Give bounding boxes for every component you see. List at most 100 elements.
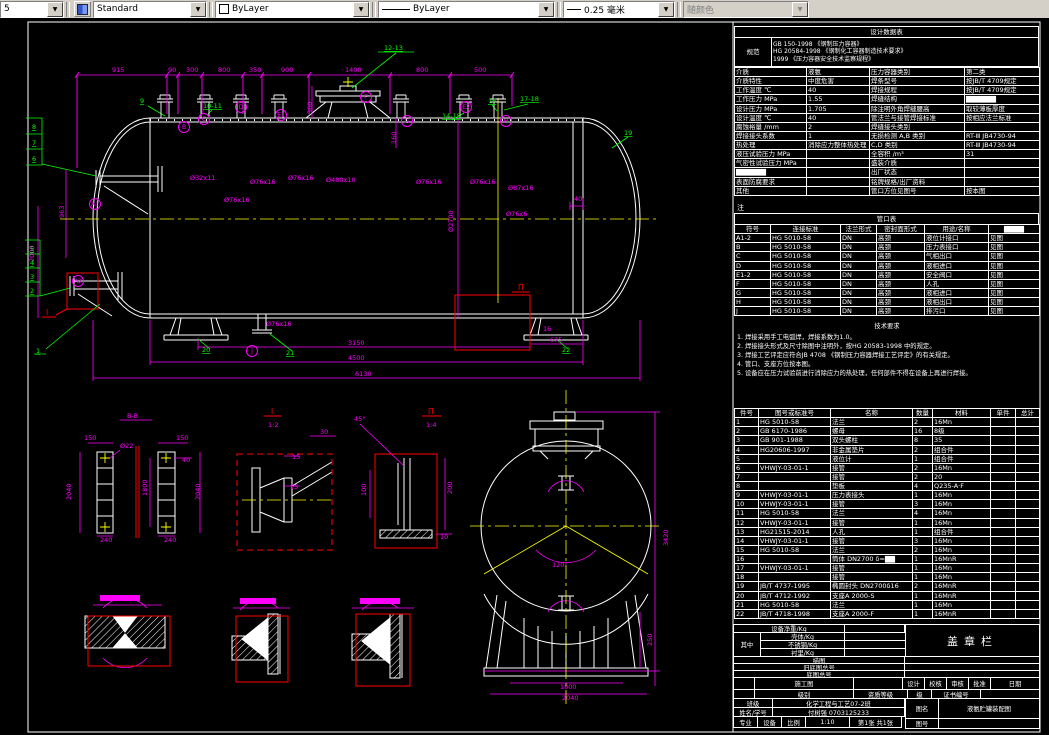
cell: 见图 xyxy=(988,296,1040,308)
dim-label: 120° xyxy=(552,561,568,569)
table-row: E1-2 HG 5010-58 DN 高颈 安全阀口 见图 xyxy=(734,269,1040,280)
cell: 2 xyxy=(912,581,933,592)
table-row: 8 垫板 4 Q235-A·F xyxy=(734,480,1040,492)
cell: 液相出口 xyxy=(924,296,989,308)
cell xyxy=(1015,535,1040,546)
design-data-table: 设计数据表 规范 GB 150-1998 《钢制压力容器》 HG 20584-1… xyxy=(734,26,1040,196)
item-callout-label: 9 xyxy=(140,97,144,105)
toolbar-separator xyxy=(372,1,376,17)
table-row: 液压试验压力 MPa 全容积 /m³ 31 xyxy=(734,149,1040,160)
linetype-combo[interactable]: ByLayer ▼ xyxy=(378,0,555,18)
cell: F xyxy=(734,278,771,289)
table-row: 19 JB/T 4737-1995 椭圆封头 DN2700δ16 2 16MnR xyxy=(734,581,1040,592)
cell: 支座A 2000-F xyxy=(830,608,913,619)
cell: 高颈 xyxy=(876,251,925,262)
cell xyxy=(990,453,1016,464)
dim-label: 90 xyxy=(168,66,176,74)
table-row: 气密性试验压力 MPa 盛装介质 xyxy=(734,158,1040,169)
chevron-down-icon[interactable]: ▼ xyxy=(353,1,369,17)
cell xyxy=(1015,544,1040,556)
cell: 4 xyxy=(912,480,933,492)
stamp-area: 盖章栏 xyxy=(905,624,1040,657)
nozzle-table-title: 管口表 xyxy=(734,213,1039,224)
lineweight-combo[interactable]: 0.25 毫米 ▼ xyxy=(563,0,675,18)
table-row: 17 VHWJY-03-01-1 接管 1 16Mn xyxy=(734,563,1040,574)
cell xyxy=(806,176,870,187)
cell: JB/T 4712-1992 xyxy=(758,590,831,601)
saddle-left xyxy=(163,317,229,341)
cell: 连接标准 xyxy=(770,223,841,235)
chevron-down-icon[interactable]: ▼ xyxy=(190,1,206,17)
tech-line: 3. 焊接工艺评定应符合JB 4708 《钢制压力容器焊接工艺评定》的有关规定。 xyxy=(737,352,954,359)
dim-label: 2040 xyxy=(65,483,73,500)
tech-title: 技术要求 xyxy=(874,323,900,330)
cell: 支座A 2000-S xyxy=(830,590,913,601)
table-row: C HG 5010-58 DN 高颈 气相出口 见图 xyxy=(734,251,1040,262)
major-value: 设备 xyxy=(757,716,782,728)
cell xyxy=(964,158,1040,169)
cell: 液氨 xyxy=(806,66,870,78)
table-row: 1 HG 5010-58 法兰 2 16Mn xyxy=(734,417,1040,428)
text-style-icon[interactable] xyxy=(74,1,91,17)
item-callout-label: 12-13 xyxy=(384,44,403,52)
dim-label: 350 xyxy=(249,66,261,74)
item-callout-label: 19 xyxy=(624,129,632,137)
cell: 高颈 xyxy=(876,269,925,280)
lineweight-value: 0.25 毫米 xyxy=(584,5,625,16)
table-row: 10 VHWJY-03-01-1 接管 3 16Mn xyxy=(734,499,1040,510)
cell: 热处理 xyxy=(734,139,807,151)
cell xyxy=(758,572,831,583)
dim-label: 675 xyxy=(550,336,562,344)
cell xyxy=(964,167,1040,178)
table-row: 焊接接头系数 1 无损检测 A,B 类别 RT-Ⅲ JB4730-94 xyxy=(734,130,1040,142)
cell: 10 xyxy=(734,499,759,510)
cell: HG 5010-58 xyxy=(770,242,841,253)
cell xyxy=(990,499,1016,510)
dim-style-combo[interactable]: 5 ▼ xyxy=(0,0,64,18)
cell: 3 xyxy=(912,499,933,510)
dim-label: Ø76x6 xyxy=(506,210,527,218)
chevron-down-icon[interactable]: ▼ xyxy=(538,1,554,17)
item-callout-label: 4 xyxy=(30,259,34,267)
cell: 单件 xyxy=(990,407,1016,419)
cell: 高颈 xyxy=(876,278,925,289)
cell: 管口方位见图号 xyxy=(869,185,965,196)
item-callout-label: 7 xyxy=(32,139,36,147)
manhole xyxy=(305,85,391,119)
design-rows-table: 介质 液氨 压力容器类别 第二类 介质特性 中度危害 焊条型号 按JB/T 4709规定 工作温… xyxy=(734,66,1040,196)
table-row: 15 HG 5010-58 法兰 2 16Mn xyxy=(734,544,1040,556)
cell: 组合件 xyxy=(932,444,991,455)
cell: VHWJY-03-01-1 xyxy=(758,462,831,473)
cell: 20 xyxy=(734,590,759,601)
chevron-down-icon[interactable]: ▼ xyxy=(47,1,63,17)
cell: 14 xyxy=(734,535,759,546)
plotstyle-value: 随颜色 xyxy=(687,5,715,16)
cell: 非金属垫片 xyxy=(830,444,913,455)
cell: 9 xyxy=(734,490,759,501)
table-row: 20 JB/T 4712-1992 支座A 2000-S 1 16MnR xyxy=(734,590,1040,601)
cell xyxy=(990,563,1016,574)
nozzle-letter: F xyxy=(364,94,368,101)
nozzle-letter: C xyxy=(202,116,206,123)
chevron-down-icon[interactable]: ▼ xyxy=(658,1,674,17)
cell xyxy=(990,517,1016,528)
drawing-canvas[interactable]: 915 90 300 800 350 900 1400 800 500 Ø32x11 Ø76x16 Ø… xyxy=(0,18,1049,735)
dim-label: 15 xyxy=(292,453,300,461)
cell: E1-2 xyxy=(734,269,771,280)
cell: 工作压力 MPa xyxy=(734,94,807,105)
color-combo[interactable]: ByLayer ▼ xyxy=(215,0,370,18)
cell: 16MnR xyxy=(932,581,991,592)
item-callout-label: 14-15 xyxy=(442,112,461,120)
cell: 液相进口 xyxy=(924,287,989,299)
code-label: 规范 xyxy=(734,37,772,67)
cell xyxy=(990,553,1016,565)
cell: 铭牌规格/出厂资料 xyxy=(869,176,965,187)
cell: 16Mn xyxy=(932,599,991,610)
cell xyxy=(1015,471,1040,483)
text-style-combo[interactable]: Standard ▼ xyxy=(93,0,207,18)
cell: G xyxy=(734,287,771,299)
nozzle-letter: A1 xyxy=(91,201,99,208)
tech-line: 1. 焊接采用手工电弧焊，焊接系数为1.0。 xyxy=(737,334,856,341)
detail-2-plate xyxy=(397,458,411,530)
dim-label: 800 xyxy=(218,66,230,74)
